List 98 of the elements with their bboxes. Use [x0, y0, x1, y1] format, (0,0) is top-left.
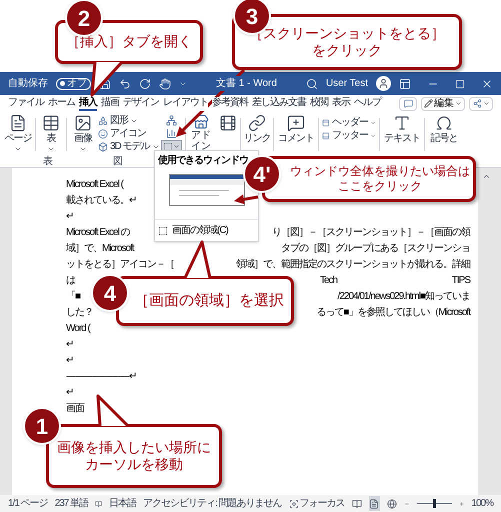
accessibility-status[interactable]: アクセシビリティ: 問題ありません	[143, 496, 282, 511]
document-text: Word (	[66, 322, 90, 336]
language: 日本語	[109, 496, 136, 511]
document-text: は	[66, 274, 75, 288]
focus-button[interactable]: フォーカス	[288, 496, 345, 511]
document-text: した？	[66, 306, 93, 320]
document-text: ↵	[66, 354, 73, 368]
document-text: 「■	[66, 290, 80, 304]
ribbon-tab[interactable]: レイアウト	[163, 96, 208, 110]
document-text: 画面	[66, 402, 84, 416]
link-icon	[248, 114, 266, 132]
document-text: /2204/01/news029.html■知っていま	[338, 290, 470, 304]
document-text: るって■」を参照してほしい（Microsoft	[316, 306, 470, 320]
zoom-slider[interactable]	[416, 499, 452, 508]
book-icon[interactable]	[95, 498, 102, 508]
smartart-icon[interactable]	[166, 115, 176, 126]
chart-icon[interactable]	[166, 128, 176, 139]
footer-icon	[322, 130, 330, 140]
symbols-button[interactable]: 記号と	[428, 114, 460, 145]
document-text: 載されている。↵	[66, 194, 136, 208]
comment-insert-icon	[287, 114, 305, 132]
maximize-icon[interactable]	[455, 78, 465, 88]
document-text: 域］で、Microsoft	[66, 242, 134, 256]
zoom-in-icon[interactable]	[458, 500, 464, 508]
document-text: Microsoft Excel の	[66, 226, 130, 240]
addins-button[interactable]: アドイン	[189, 114, 213, 152]
word-count: 237 単語	[54, 496, 88, 511]
callout-text: ［画面の領域］を選択	[134, 292, 284, 310]
ribbon-tab[interactable]: 挿入	[79, 96, 97, 110]
share-icon	[472, 99, 482, 108]
document-text: TIPS	[452, 274, 470, 288]
caret-icon	[172, 143, 180, 150]
document-text: り［図］－［スクリーンショット］－［画面の領	[272, 226, 470, 240]
comment-button[interactable]	[399, 96, 417, 110]
document-text: ---------------------------↵	[66, 370, 136, 384]
search-icon[interactable]	[306, 78, 318, 90]
table-button[interactable]: 表	[39, 114, 63, 153]
callout-text: ウィンドウ全体を撮りたい場合は ここをクリック	[290, 164, 470, 194]
focus-icon	[288, 498, 299, 508]
caret-icon	[14, 145, 22, 153]
zoom-percent: 100%	[471, 497, 493, 511]
header-button[interactable]: ヘッダー	[322, 116, 376, 129]
document-text: Microsoft Excel (	[66, 178, 123, 192]
link-button[interactable]: リンク	[244, 114, 270, 145]
text-box-button[interactable]: テキスト	[383, 114, 421, 145]
close-icon[interactable]	[481, 78, 493, 90]
share-button[interactable]	[469, 96, 493, 110]
3d-models-button[interactable]: 3D モデル	[98, 140, 160, 153]
caret-icon	[455, 100, 462, 107]
ribbon-display-icon[interactable]	[399, 78, 411, 90]
footer-button[interactable]: フッター	[322, 129, 376, 142]
hand-icon[interactable]	[159, 78, 171, 90]
document-text: 領域］で、範囲指定のスクリーンショットが撮れる。詳細	[236, 258, 470, 272]
document-text: ↵	[66, 210, 73, 224]
symbols-icon	[435, 114, 453, 132]
comment-insert-button[interactable]: コメント	[277, 114, 315, 145]
shapes-icon	[98, 116, 108, 126]
video-icon[interactable]	[219, 114, 237, 132]
redo-icon[interactable]	[139, 78, 151, 90]
autosave-label: 自動保存	[8, 77, 48, 91]
window-thumbnail[interactable]	[168, 174, 244, 206]
arrow	[234, 194, 258, 204]
page-icon	[9, 114, 27, 132]
document-text: Tech	[320, 274, 338, 288]
3d-models-icon	[98, 142, 108, 152]
screen-clipping-icon	[158, 226, 168, 236]
print-layout-icon[interactable]	[369, 496, 380, 511]
caret-icon	[79, 145, 87, 153]
document-text: ↵	[66, 386, 73, 400]
document-text: タブの［図］グループにある［スクリーンショ	[281, 242, 470, 256]
undo-icon[interactable]	[119, 78, 131, 90]
window-title: 文書 1 - Word	[216, 76, 277, 91]
caret-icon	[482, 100, 490, 107]
avatar-icon[interactable]	[376, 76, 391, 91]
shapes-button[interactable]: 図形	[98, 114, 160, 127]
group-label: 表	[43, 154, 53, 168]
document-text: ↵	[66, 338, 73, 352]
pencil-icon	[424, 99, 433, 108]
icons-button[interactable]: アイコン	[98, 127, 160, 140]
speech-bubble-icon	[404, 99, 412, 108]
group-label: 図	[113, 154, 123, 168]
pictures-icon	[74, 114, 92, 132]
scroll-up-icon	[482, 172, 491, 181]
header-icon	[322, 118, 330, 128]
text-box-icon	[393, 114, 411, 132]
table-icon	[42, 114, 60, 132]
store-icon	[193, 114, 209, 130]
caret-icon	[47, 145, 55, 153]
page-count: 1/1 ページ	[8, 497, 48, 511]
autosave-toggle[interactable]: オフ	[56, 78, 91, 90]
edit-button[interactable]: 編集	[421, 96, 465, 110]
page-button[interactable]: ページ	[4, 114, 32, 153]
zoom-thumb[interactable]	[432, 499, 436, 508]
icons-icon	[98, 128, 108, 138]
pictures-button[interactable]: 画像	[70, 114, 96, 153]
document-text: ットをとる］アイコン－［	[66, 258, 174, 272]
user-name: User Test	[326, 77, 368, 91]
screen-clipping-item[interactable]: 画面の領域(C)	[155, 219, 258, 241]
